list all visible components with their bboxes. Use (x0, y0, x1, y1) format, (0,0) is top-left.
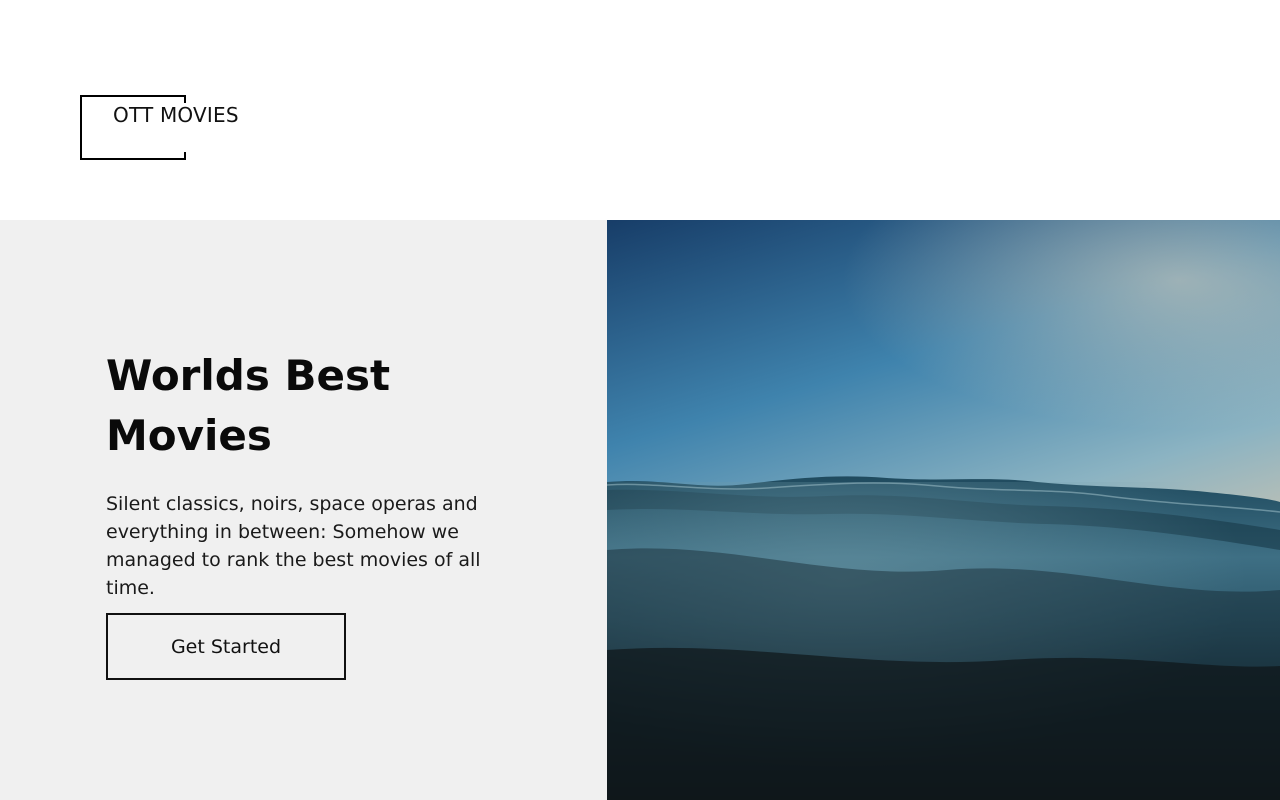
hero-description: Silent classics, noirs, space operas and… (106, 493, 481, 599)
get-started-button[interactable]: Get Started (106, 613, 346, 680)
hero-title-line-1: Worlds Best (106, 351, 391, 400)
hero-title-line-2: Movies (106, 411, 272, 460)
site-logo[interactable]: OTT MOVIES (80, 95, 280, 160)
hero-title: Worlds Best Movies (106, 346, 526, 466)
hero-ocean-image (607, 220, 1280, 800)
site-header: OTT MOVIES (0, 0, 1280, 220)
hero-text-panel: Worlds Best Movies Silent classics, noir… (0, 220, 607, 800)
logo-frame-tick-bottom (184, 152, 186, 160)
logo-frame-tick-top (184, 95, 186, 103)
ocean-waves-image (607, 220, 1280, 800)
logo-text: OTT MOVIES (113, 103, 239, 127)
